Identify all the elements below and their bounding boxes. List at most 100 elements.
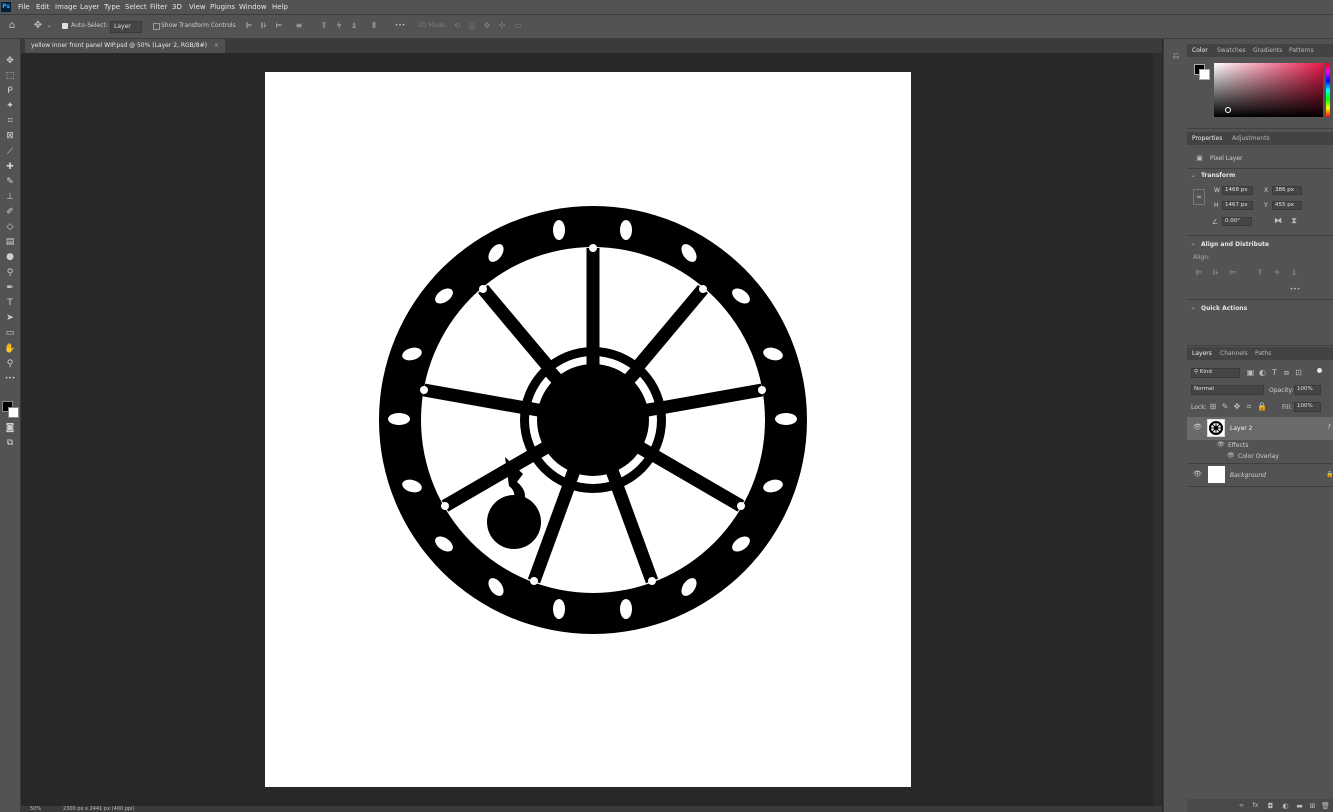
brush-tool-icon[interactable]: ✎ [3, 176, 17, 188]
link-icon[interactable]: ∞ [1193, 189, 1205, 205]
align-top-edges-icon[interactable]: ⫪ [1255, 268, 1265, 278]
frame-tool-icon[interactable]: ⊠ [3, 130, 17, 142]
color-overlay-visibility-eye-icon[interactable]: 👁 [1227, 452, 1235, 459]
chevron-down-icon[interactable]: ⌄ [1190, 239, 1196, 249]
visibility-eye-icon[interactable]: 👁 [1193, 423, 1202, 431]
lock-position-icon[interactable]: ✥ [1233, 402, 1241, 412]
pen-tool-icon[interactable]: ✒ [3, 282, 17, 294]
background-color-swatch[interactable] [8, 407, 19, 418]
lock-pixels-icon[interactable]: ✎ [1221, 402, 1229, 412]
lock-all-icon[interactable]: 🔒 [1257, 402, 1267, 412]
type-tool-icon[interactable]: T [3, 297, 17, 309]
more-options-icon[interactable]: ••• [394, 21, 406, 31]
tab-channels[interactable]: Channels [1220, 347, 1248, 360]
move-tool-icon[interactable]: ✥ [32, 21, 44, 31]
menu-window[interactable]: Window [239, 0, 267, 14]
effects-row[interactable]: 👁 Effects [1187, 440, 1333, 451]
history-panel-icon[interactable]: ⎌ [1170, 51, 1182, 61]
home-icon[interactable]: ⌂ [6, 21, 18, 31]
menu-image[interactable]: Image [55, 0, 77, 14]
flip-vertical-icon[interactable]: ⧗ [1289, 216, 1299, 226]
lock-artboard-icon[interactable]: ⌗ [1245, 402, 1253, 412]
filter-adjustment-icon[interactable]: ◐ [1258, 368, 1267, 378]
eraser-tool-icon[interactable]: ◇ [3, 221, 17, 233]
distribute-vertical-icon[interactable]: ⦀ [369, 21, 379, 31]
fill-input[interactable]: 100% [1294, 402, 1321, 412]
magic-wand-tool-icon[interactable]: ✦ [3, 100, 17, 112]
effects-visibility-eye-icon[interactable]: 👁 [1217, 441, 1225, 448]
canvas-area[interactable] [21, 53, 1162, 806]
chevron-down-icon[interactable]: ⌄ [1190, 303, 1196, 313]
gradient-tool-icon[interactable]: ▤ [3, 236, 17, 248]
tab-layers[interactable]: Layers [1192, 347, 1212, 360]
menu-help[interactable]: Help [272, 0, 288, 14]
align-middle-icon[interactable]: ⫩ [334, 21, 344, 31]
align-bottom-icon[interactable]: ⫫ [349, 21, 359, 31]
link-layers-icon[interactable]: ∞ [1237, 801, 1246, 811]
document-canvas[interactable] [265, 72, 911, 787]
align-vertical-centers-icon[interactable]: ⫩ [1272, 268, 1282, 278]
align-right-edges-icon[interactable]: ⊨ [1228, 268, 1238, 278]
visibility-eye-icon[interactable]: 👁 [1193, 470, 1202, 478]
angle-input[interactable]: 0.00° [1222, 217, 1252, 226]
history-brush-tool-icon[interactable]: ✐ [3, 206, 17, 218]
filter-smart-object-icon[interactable]: ⊡ [1294, 368, 1303, 378]
layer-filter-dropdown[interactable]: ⚲ Kind [1191, 368, 1240, 378]
background-layer-name[interactable]: Background [1230, 472, 1266, 479]
auto-select-checkbox[interactable] [62, 23, 68, 29]
rectangle-tool-icon[interactable]: ▭ [3, 327, 17, 339]
x-input[interactable]: 386 px [1272, 186, 1302, 195]
height-input[interactable]: 1467 px [1222, 201, 1253, 210]
crop-tool-icon[interactable]: ⌗ [3, 115, 17, 127]
path-selection-tool-icon[interactable]: ➤ [3, 312, 17, 324]
menu-filter[interactable]: Filter [150, 0, 167, 14]
width-input[interactable]: 1468 px [1222, 186, 1253, 195]
color-field[interactable] [1214, 63, 1323, 117]
align-right-icon[interactable]: ⊨ [274, 21, 284, 31]
auto-select-target-dropdown[interactable]: Layer [110, 21, 142, 33]
hand-tool-icon[interactable]: ✋ [3, 343, 17, 355]
move-tool-icon[interactable]: ✥ [3, 55, 17, 67]
filter-shape-icon[interactable]: ⧈ [1282, 368, 1291, 378]
menu-edit[interactable]: Edit [36, 0, 50, 14]
menu-3d[interactable]: 3D [172, 0, 182, 14]
zoom-level[interactable]: 50% [30, 806, 41, 812]
tab-properties[interactable]: Properties [1192, 132, 1222, 145]
align-top-icon[interactable]: ⫪ [319, 21, 329, 31]
color-picker-handle[interactable] [1225, 107, 1231, 113]
new-group-icon[interactable]: ▬ [1295, 801, 1304, 811]
add-mask-icon[interactable]: ◘ [1266, 801, 1275, 811]
align-horizontal-centers-icon[interactable]: ⊪ [1211, 268, 1221, 278]
filter-toggle-icon[interactable] [1317, 368, 1322, 373]
menu-type[interactable]: Type [104, 0, 120, 14]
menu-select[interactable]: Select [125, 0, 147, 14]
screen-mode-icon[interactable]: ⧉ [3, 437, 17, 449]
clone-stamp-tool-icon[interactable]: ⊥ [3, 191, 17, 203]
tab-adjustments[interactable]: Adjustments [1232, 132, 1270, 145]
layer-name[interactable]: Layer 2 [1230, 425, 1252, 432]
layer-row-layer-2[interactable]: 👁 Layer 2 f [1187, 417, 1333, 440]
tab-paths[interactable]: Paths [1255, 347, 1271, 360]
background-color-chip[interactable] [1199, 69, 1210, 80]
distribute-icon[interactable]: ≡ [294, 21, 304, 31]
menu-view[interactable]: View [189, 0, 206, 14]
healing-brush-tool-icon[interactable]: ✚ [3, 161, 17, 173]
tab-patterns[interactable]: Patterns [1289, 44, 1314, 57]
fx-icon[interactable]: f [1328, 424, 1330, 431]
delete-layer-icon[interactable]: 🗑 [1321, 801, 1330, 811]
flip-horizontal-icon[interactable]: ⧓ [1273, 216, 1283, 226]
align-left-icon[interactable]: ⊫ [244, 21, 254, 31]
align-bottom-edges-icon[interactable]: ⫫ [1289, 268, 1299, 278]
quick-mask-icon[interactable]: ◙ [3, 422, 17, 434]
menu-plugins[interactable]: Plugins [210, 0, 235, 14]
hue-slider[interactable] [1326, 63, 1330, 117]
new-layer-icon[interactable]: ⊞ [1308, 801, 1317, 811]
filter-type-icon[interactable]: T [1270, 368, 1279, 378]
close-tab-icon[interactable]: × [214, 42, 219, 49]
more-align-options-icon[interactable]: ••• [1289, 285, 1301, 295]
tab-color[interactable]: Color [1192, 44, 1208, 57]
lock-transparent-icon[interactable]: ⊞ [1209, 402, 1217, 412]
layer-row-background[interactable]: 👁 Background 🔒 [1187, 464, 1333, 486]
zoom-tool-icon[interactable]: ⚲ [3, 358, 17, 370]
eyedropper-tool-icon[interactable]: ⟋ [3, 146, 17, 158]
